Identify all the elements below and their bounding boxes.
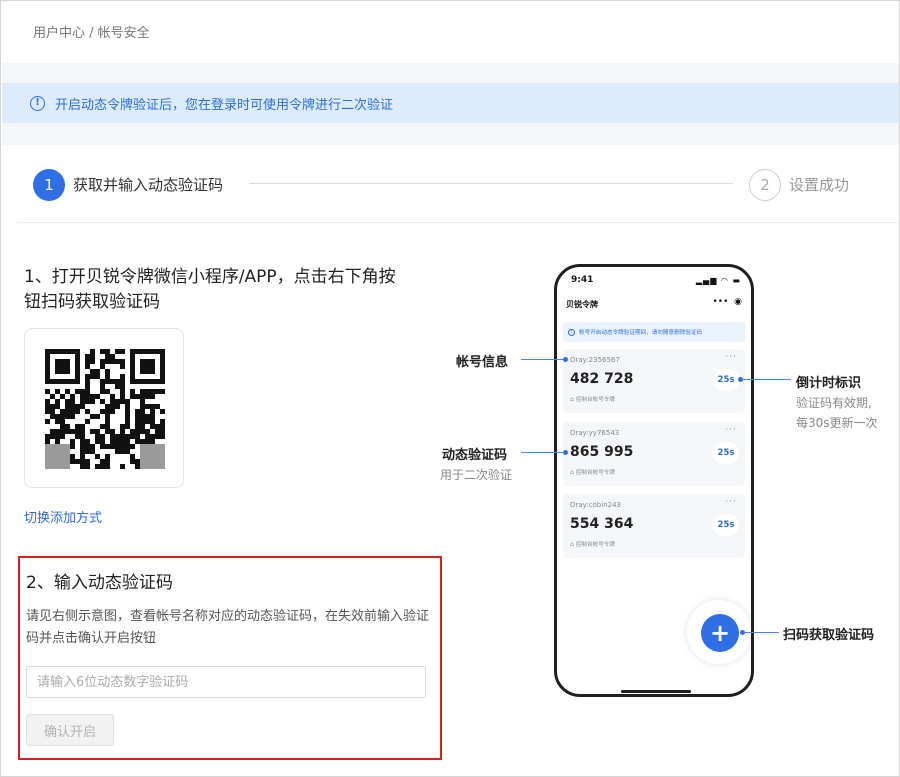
step-connector — [249, 183, 733, 184]
callout-dot — [740, 630, 745, 635]
switch-method-link[interactable]: 切换添加方式 — [24, 507, 102, 526]
breadcrumb: 用户中心 / 帐号安全 — [33, 26, 150, 41]
app-title: 贝锐令牌 — [566, 300, 598, 309]
callout-dynamic-code: 动态验证码 — [442, 448, 508, 463]
more-dots-icon: ··· — [725, 497, 737, 507]
confirm-enable-button[interactable]: 确认开启 — [26, 714, 114, 746]
account-code: 865 995 — [570, 444, 634, 460]
callout-account-info: 帐号信息 — [456, 355, 509, 370]
callout-line — [521, 359, 565, 360]
countdown-timer: 25s — [713, 514, 739, 536]
status-time: 9:41 — [571, 275, 594, 285]
code-input[interactable] — [26, 666, 426, 698]
divider-strip — [2, 63, 899, 83]
more-dots-icon: ··· — [725, 352, 737, 362]
battery-icon: ▬ — [732, 276, 741, 285]
account-sub: ⌂ 控制台帐号令牌 — [570, 468, 615, 476]
callout-scan-code: 扫码获取验证码 — [783, 628, 875, 643]
notice-text: 开启动态令牌验证后，您在登录时可使用令牌进行二次验证 — [55, 97, 394, 113]
tag-icon: ⌂ — [570, 541, 574, 548]
account-sub-text: 控制台帐号令牌 — [575, 542, 615, 548]
callout-countdown: 倒计时标识 — [796, 376, 862, 391]
more-dots-icon: ··· — [725, 425, 737, 435]
page-frame: 用户中心 / 帐号安全 ! 开启动态令牌验证后，您在登录时可使用令牌进行二次验证… — [0, 0, 900, 777]
account-card: Oray:yy76543 ··· 865 995 25s ⌂ 控制台帐号令牌 — [563, 422, 745, 486]
app-actions: ••• ◉ — [712, 297, 742, 307]
callout-dot — [738, 377, 743, 382]
account-card: Oray:2356567 ··· 482 728 25s ⌂ 控制台帐号令牌 — [563, 349, 745, 413]
section-2-description: 请见右侧示意图，查看帐号名称对应的动态验证码，在失效前输入验证码并点击确认开启按… — [26, 609, 430, 646]
qr-code-icon — [45, 349, 165, 469]
section-1-title: 1、打开贝锐令牌微信小程序/APP，点击右下角按钮扫码获取验证码 — [24, 267, 396, 312]
info-notice-bar: ! 开启动态令牌验证后，您在登录时可使用令牌进行二次验证 — [2, 83, 899, 123]
account-name: Oray:cobin243 — [570, 501, 621, 509]
tag-icon: ⌂ — [570, 469, 574, 476]
phone-mockup: 9:41 ▂▄▆ ◠ ▬ 贝锐令牌 ••• ◉ ! 帐号开启动态令牌验证期间，请… — [554, 264, 754, 697]
enter-code-section: 2、输入动态验证码 请见右侧示意图，查看帐号名称对应的动态验证码，在失效前输入验… — [18, 556, 442, 760]
account-sub-text: 控制台帐号令牌 — [575, 397, 615, 403]
account-sub: ⌂ 控制台帐号令牌 — [570, 540, 615, 548]
account-sub-text: 控制台帐号令牌 — [575, 470, 615, 476]
section-2-title: 2、输入动态验证码 — [26, 573, 173, 593]
callout-line — [741, 379, 791, 380]
app-notice: ! 帐号开启动态令牌验证期间，请勿随意删除验证码 — [563, 322, 745, 342]
stepper: 1 获取并输入动态验证码 2 设置成功 — [17, 145, 899, 223]
callout-line — [743, 632, 779, 633]
info-circle-icon: ! — [568, 328, 575, 336]
app-notice-text: 帐号开启动态令牌验证期间，请勿随意删除验证码 — [579, 330, 703, 336]
info-circle-icon: ! — [30, 95, 45, 111]
step-1-label: 获取并输入动态验证码 — [73, 176, 224, 194]
target-icon: ◉ — [734, 297, 742, 307]
home-indicator — [621, 690, 691, 693]
account-name: Oray:yy76543 — [570, 429, 620, 437]
callout-dot — [563, 450, 568, 455]
signal-icon: ▂▄▆ — [695, 276, 718, 285]
scan-add-button: + — [701, 614, 739, 652]
tag-icon: ⌂ — [570, 396, 574, 403]
qr-code-card — [24, 328, 184, 488]
callout-line — [521, 452, 565, 453]
account-card: Oray:cobin243 ··· 554 364 25s ⌂ 控制台帐号令牌 — [563, 494, 745, 558]
more-dots-icon: ••• — [712, 297, 729, 307]
account-sub: ⌂ 控制台帐号令牌 — [570, 395, 615, 403]
callout-dynamic-code-sub: 用于二次验证 — [440, 468, 513, 482]
step-2-number: 2 — [749, 169, 781, 201]
countdown-timer: 25s — [713, 442, 739, 464]
countdown-timer: 25s — [713, 369, 739, 391]
account-code: 554 364 — [570, 516, 634, 532]
callout-countdown-sub-2: 每30s更新一次 — [796, 416, 878, 430]
account-name: Oray:2356567 — [570, 356, 620, 364]
callout-dot — [563, 357, 568, 362]
step-2-label: 设置成功 — [789, 176, 850, 194]
divider-strip-2 — [2, 123, 899, 145]
callout-countdown-sub-1: 验证码有效期, — [796, 396, 872, 410]
account-code: 482 728 — [570, 371, 634, 387]
step-1-number: 1 — [33, 169, 65, 201]
wifi-icon: ◠ — [720, 276, 729, 285]
status-icons: ▂▄▆ ◠ ▬ — [696, 276, 741, 285]
